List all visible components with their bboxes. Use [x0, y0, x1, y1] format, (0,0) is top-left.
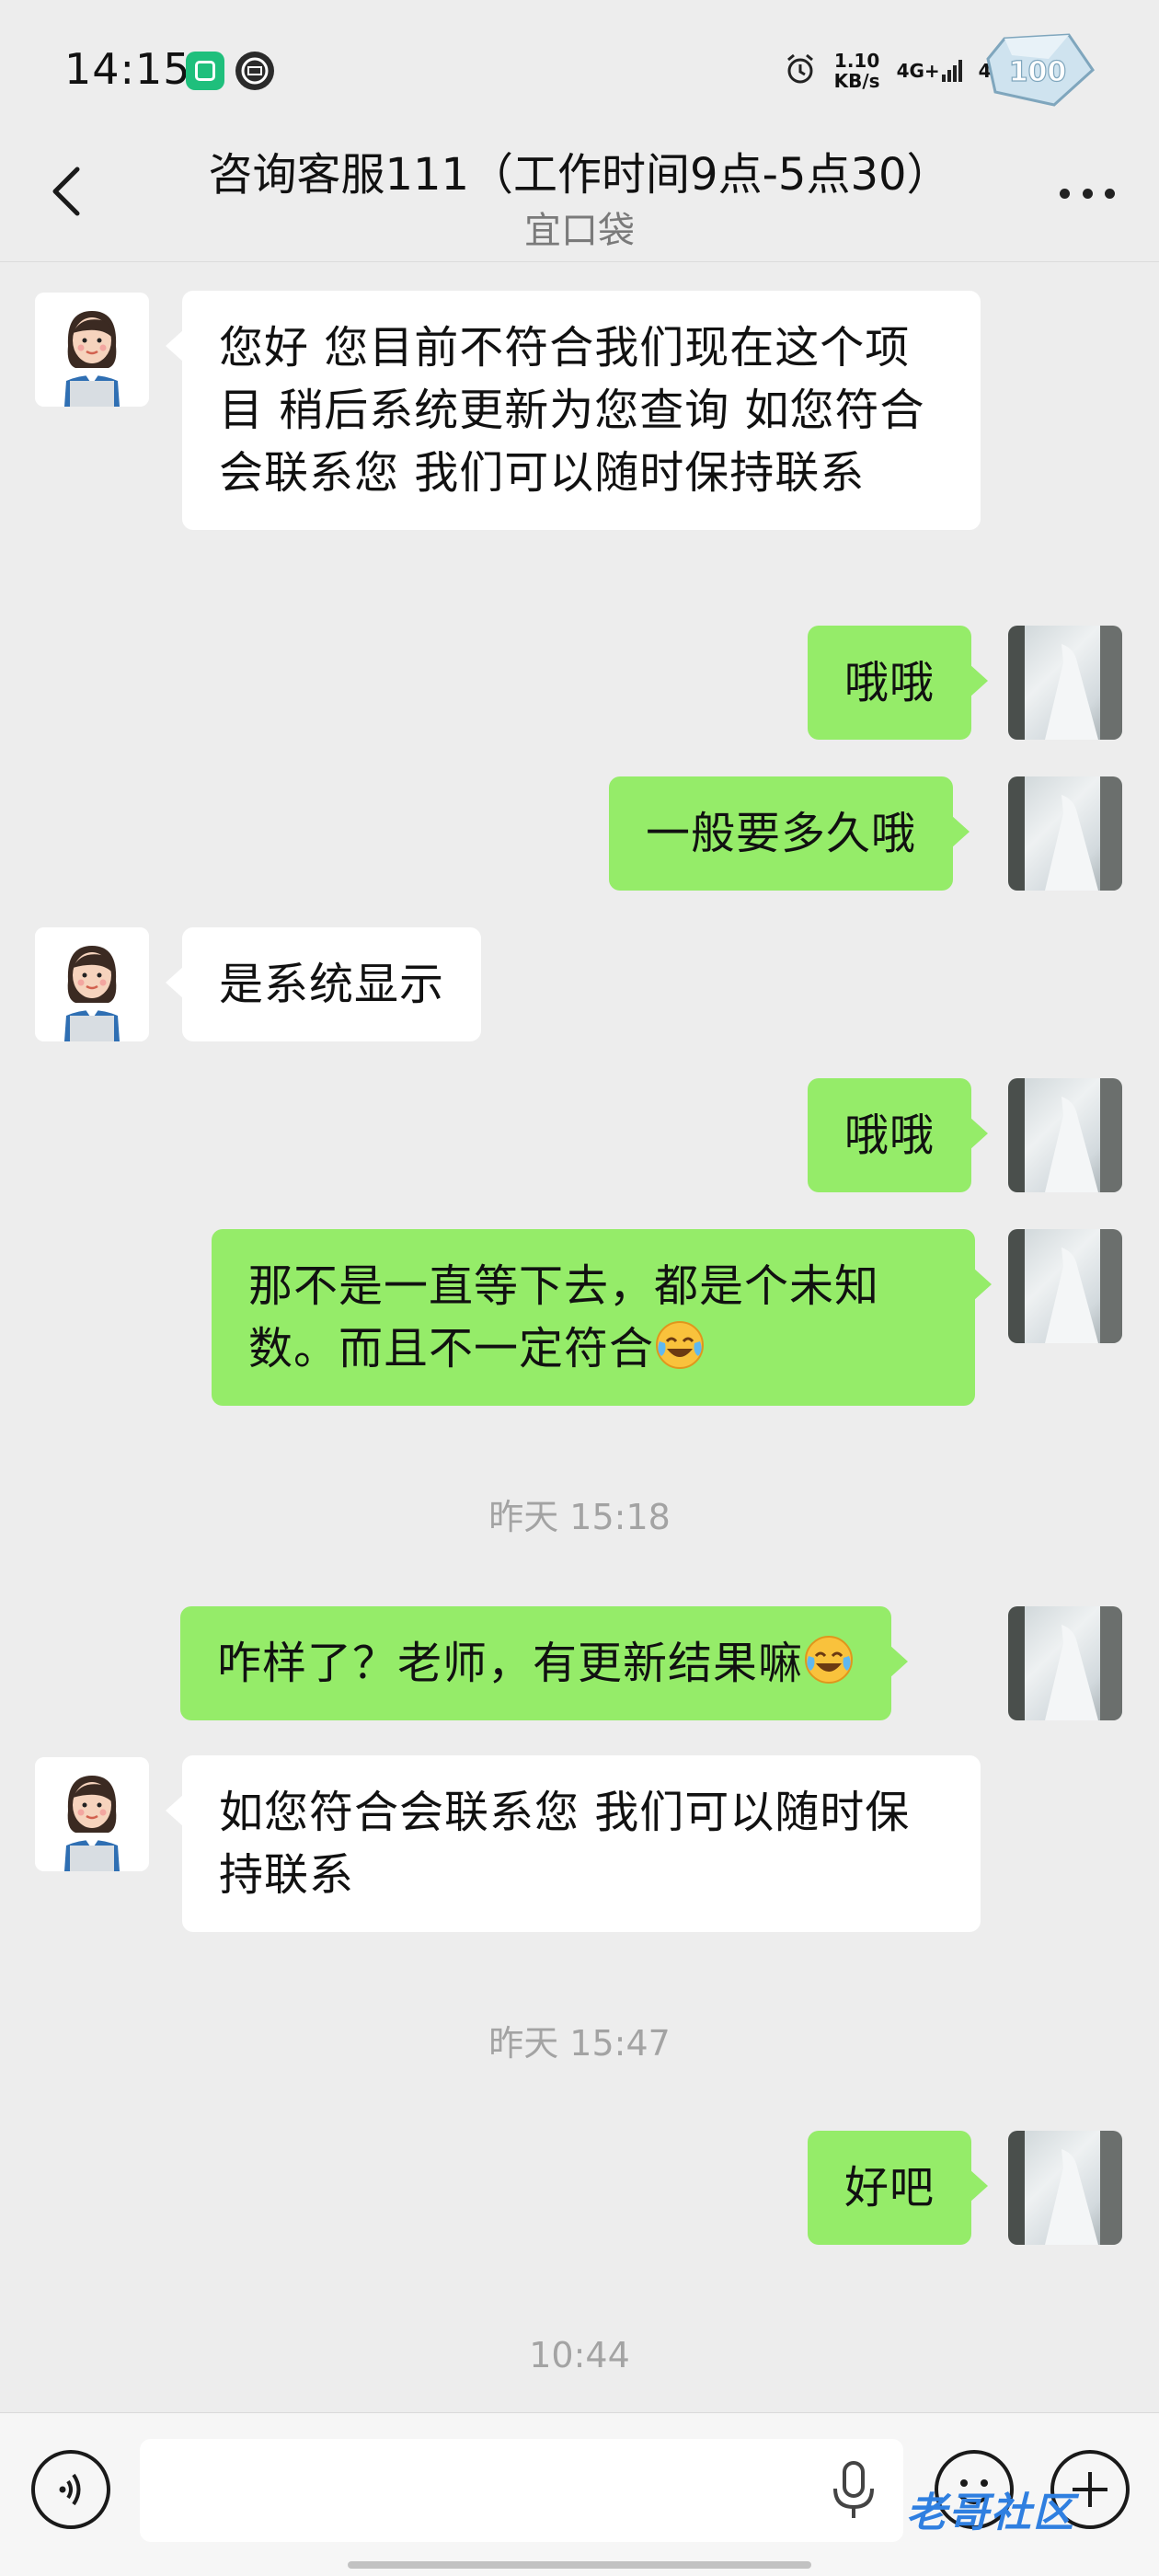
voice-wave-icon	[59, 2473, 81, 2506]
battery-icon: 100	[984, 33, 1096, 107]
svg-text:100: 100	[1009, 56, 1067, 88]
chat-header: 咨询客服111（工作时间9点-5点30） 宜口袋	[0, 129, 1159, 262]
dot-icon	[1060, 188, 1070, 199]
app-notification-icon	[235, 52, 274, 90]
message-bubble-mine[interactable]: 咋样了？老师，有更新结果嘛	[180, 1606, 909, 1720]
message-bubble-agent[interactable]: 如您符合会联系您 我们可以随时保持联系	[166, 1755, 981, 1932]
my-avatar[interactable]	[1008, 1606, 1122, 1720]
message-bubble-mine[interactable]: 哦哦	[808, 626, 989, 740]
message-text: 是系统显示	[219, 959, 445, 1010]
net-speed: 1.10 KB/s	[834, 51, 880, 91]
message-input[interactable]	[140, 2439, 903, 2542]
message-text: 如您符合会联系您 我们可以随时保持联系	[219, 1787, 911, 1901]
home-indicator[interactable]	[348, 2561, 811, 2569]
watermark: 老哥社区	[906, 2490, 1075, 2536]
agent-avatar[interactable]	[35, 1757, 149, 1871]
agent-avatar[interactable]	[35, 293, 149, 407]
net-speed-unit: KB/s	[833, 70, 880, 92]
message-text: 您好 您目前不符合我们现在这个项目 稍后系统更新为您查询 如您符合会联系您 我们…	[219, 322, 925, 499]
my-avatar[interactable]	[1008, 626, 1122, 740]
message-text: 那不是一直等下去，都是个未知数。而且不一定符合	[248, 1260, 880, 1374]
message-text: 哦哦	[844, 657, 935, 708]
more-options-button[interactable]	[1060, 184, 1115, 202]
timestamp: 10:44	[529, 2335, 630, 2375]
message-text: 好吧	[844, 2162, 935, 2214]
message-text: 咋样了？老师，有更新结果嘛	[217, 1638, 804, 1689]
microphone-icon	[833, 2461, 874, 2518]
my-avatar[interactable]	[1008, 2131, 1122, 2245]
message-bubble-mine[interactable]: 那不是一直等下去，都是个未知数。而且不一定符合	[212, 1229, 992, 1406]
laughing-crying-emoji-icon	[803, 1634, 855, 1685]
app-shield-icon	[186, 52, 224, 90]
chat-title: 咨询客服111（工作时间9点-5点30）	[208, 149, 951, 201]
agent-avatar[interactable]	[35, 927, 149, 1041]
dot-icon	[1082, 188, 1093, 199]
alarm-icon	[783, 52, 818, 90]
message-bubble-mine[interactable]: 好吧	[808, 2131, 989, 2245]
timestamp: 昨天 15:18	[488, 1497, 671, 1537]
timestamp: 昨天 15:47	[488, 2023, 671, 2064]
my-avatar[interactable]	[1008, 1229, 1122, 1343]
message-bubble-mine[interactable]: 哦哦	[808, 1078, 989, 1192]
sim1-label: 4G+	[896, 60, 940, 82]
message-text: 哦哦	[844, 1110, 935, 1161]
chat-screen: 14:15 1.10 KB/s 4G+ 4G	[0, 0, 1159, 2576]
message-bubble-agent[interactable]: 您好 您目前不符合我们现在这个项目 稍后系统更新为您查询 如您符合会联系您 我们…	[166, 291, 981, 530]
chat-subtitle: 宜口袋	[524, 210, 635, 252]
message-bubble-mine[interactable]: 一般要多久哦	[609, 776, 970, 891]
dot-icon	[1105, 188, 1115, 199]
my-avatar[interactable]	[1008, 776, 1122, 891]
my-avatar[interactable]	[1008, 1078, 1122, 1192]
net-speed-value: 1.10	[833, 50, 880, 72]
message-bubble-agent[interactable]: 是系统显示	[165, 927, 482, 1041]
status-time: 14:15	[64, 44, 191, 94]
status-bar: 14:15 1.10 KB/s 4G+ 4G	[0, 0, 1159, 129]
voice-mode-button[interactable]	[31, 2450, 110, 2529]
message-text: 一般要多久哦	[646, 808, 917, 859]
microphone-button[interactable]	[828, 2459, 879, 2524]
sim1-signal-icon: 4G+	[897, 60, 962, 82]
laughing-crying-emoji-icon	[654, 1319, 706, 1371]
